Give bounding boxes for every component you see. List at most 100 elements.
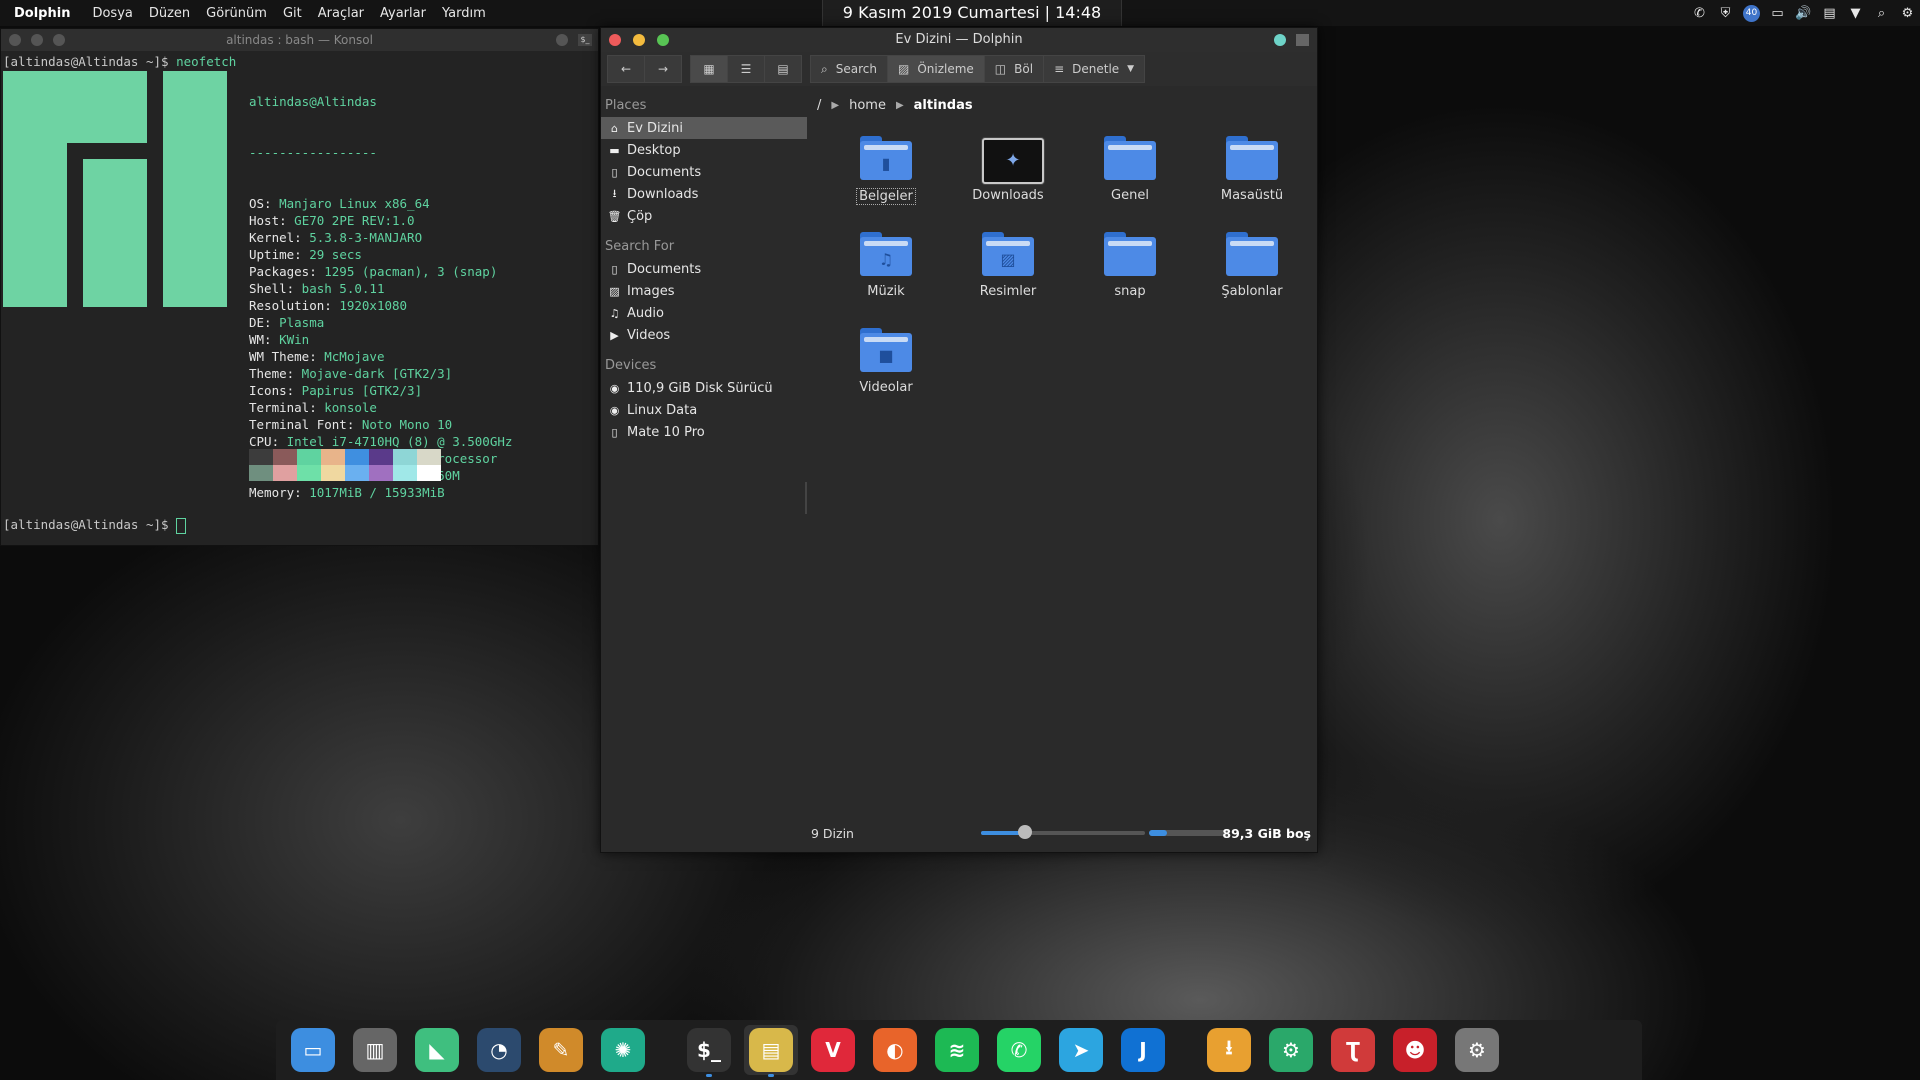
color-swatch xyxy=(321,449,345,465)
maximize-button[interactable] xyxy=(53,34,65,46)
dolphin-titlebar[interactable]: Ev Dizini — Dolphin xyxy=(601,28,1317,52)
forward-button[interactable]: → xyxy=(645,55,682,83)
menu-item[interactable]: Araçlar xyxy=(310,6,372,21)
split-button[interactable]: ◫ Böl xyxy=(984,55,1045,83)
arrow-down-icon[interactable]: ▼ xyxy=(1847,5,1864,22)
dock-item[interactable]: ✆ xyxy=(992,1025,1046,1075)
badge-icon[interactable]: 40 xyxy=(1743,4,1760,22)
file-view: ▮ Belgeler ✦ Downloads Genel Masaüstü ♫ Müzik ▨ R… xyxy=(825,136,1313,408)
sidebar-item[interactable]: ▯ Mate 10 Pro xyxy=(601,421,807,443)
menu-item[interactable]: Git xyxy=(275,6,310,21)
toolbar: ← → ▦ ☰ ▤ ⌕ Search ▨ Önizleme ◫ Böl ≡ Denetl… xyxy=(601,52,1317,86)
sidebar-item[interactable]: ▬ Desktop xyxy=(601,139,807,161)
settings-icon[interactable]: ⚙ xyxy=(1899,5,1916,22)
dock-item[interactable]: ◐ xyxy=(868,1025,922,1075)
dock-item[interactable]: ✎ xyxy=(534,1025,588,1075)
dock-item[interactable]: ◔ xyxy=(472,1025,526,1075)
maximize-button[interactable] xyxy=(657,34,669,46)
sidebar-item[interactable]: ◉ Linux Data xyxy=(601,399,807,421)
sidebar-item[interactable]: ⌂ Ev Dizini xyxy=(601,117,807,139)
dock-item[interactable]: ⚙ xyxy=(1450,1025,1504,1075)
sidebar-item[interactable]: ▯ Documents xyxy=(601,161,807,183)
slider-handle[interactable] xyxy=(1018,825,1033,839)
info-line: Packages: 1295 (pacman), 3 (snap) xyxy=(249,263,512,280)
sidebar-item[interactable]: ▨ Images xyxy=(601,280,807,302)
chevron-right-icon[interactable]: ▶ xyxy=(896,100,904,111)
dock-item[interactable]: ⭳ xyxy=(1202,1025,1256,1075)
menu-item[interactable]: Görünüm xyxy=(198,6,275,21)
dock-item[interactable]: ▥ xyxy=(348,1025,402,1075)
shield-icon[interactable]: ⛨ xyxy=(1717,5,1734,22)
folder-item[interactable]: Şablonlar xyxy=(1191,232,1313,312)
folder-item[interactable]: ■ Videolar xyxy=(825,328,947,408)
sidebar-item[interactable]: ▶ Videos xyxy=(601,324,807,346)
dock-item[interactable]: ✺ xyxy=(596,1025,650,1075)
breadcrumb-root[interactable]: / xyxy=(817,98,821,113)
info-key: Packages: xyxy=(249,264,317,279)
details-view-button[interactable]: ▤ xyxy=(765,55,802,83)
menu-item[interactable]: Yardım xyxy=(434,6,494,21)
terminal-cursor xyxy=(176,517,187,534)
breadcrumb-home[interactable]: home xyxy=(849,98,886,113)
window-menu-icon[interactable] xyxy=(1296,34,1309,46)
whatsapp-icon[interactable]: ✆ xyxy=(1691,5,1708,22)
folder-item[interactable]: ▮ Belgeler xyxy=(825,136,947,216)
sidebar-item[interactable]: ⭳ Downloads xyxy=(601,183,807,205)
dock-item[interactable]: ◣ xyxy=(410,1025,464,1075)
menu-icon: ≡ xyxy=(1054,62,1065,76)
breadcrumb-current[interactable]: altindas xyxy=(914,98,973,113)
konsole-titlebar[interactable]: altindas : bash — Konsol $_ xyxy=(1,29,598,51)
sidebar-item[interactable]: 🗑 Çöp xyxy=(601,205,807,227)
spotify-icon: ≋ xyxy=(935,1028,979,1072)
dock-item[interactable]: ▤ xyxy=(744,1025,798,1077)
clipboard-icon[interactable]: ▤ xyxy=(1821,5,1838,22)
preview-button[interactable]: ▨ Önizleme xyxy=(887,55,985,83)
menu-item[interactable]: Ayarlar xyxy=(372,6,434,21)
pin-button[interactable] xyxy=(556,34,568,46)
info-line: Uptime: 29 secs xyxy=(249,246,512,263)
folder-item[interactable]: Masaüstü xyxy=(1191,136,1313,216)
panel-resize-handle[interactable] xyxy=(805,482,807,514)
dock-item[interactable]: V xyxy=(806,1025,860,1075)
display-icon[interactable]: ▭ xyxy=(1769,5,1786,22)
system-tray: ✆ ⛨ 40 ▭ 🔊 ▤ ▼ ⌕ ⚙ xyxy=(1691,0,1916,26)
dock-item[interactable]: ➤ xyxy=(1054,1025,1108,1075)
folder-item[interactable]: Genel xyxy=(1069,136,1191,216)
close-button[interactable] xyxy=(609,34,621,46)
folder-item[interactable]: ♫ Müzik xyxy=(825,232,947,312)
control-button[interactable]: ≡ Denetle ▼ xyxy=(1044,55,1146,83)
minimize-button[interactable] xyxy=(31,34,43,46)
sidebar-item[interactable]: ◉ 110,9 GiB Disk Sürücü xyxy=(601,377,807,399)
dock-item[interactable]: $_ xyxy=(682,1025,736,1077)
clock[interactable]: 9 Kasım 2019 Cumartesi | 14:48 xyxy=(822,0,1122,26)
terminal-area[interactable]: [altindas@Altindas ~]$ neofetch altindas… xyxy=(1,51,598,545)
zoom-slider[interactable] xyxy=(981,825,1145,839)
sidebar-item[interactable]: ▯ Documents xyxy=(601,258,807,280)
chevron-right-icon[interactable]: ▶ xyxy=(831,100,839,111)
back-button[interactable]: ← xyxy=(607,55,645,83)
dock-item[interactable]: ▭ xyxy=(286,1025,340,1075)
pin-button[interactable] xyxy=(1274,34,1286,46)
search-icon[interactable]: ⌕ xyxy=(1873,5,1890,22)
folder-item[interactable]: ✦ Downloads xyxy=(947,136,1069,216)
sidebar-item[interactable]: ♫ Audio xyxy=(601,302,807,324)
folder-item[interactable]: ▨ Resimler xyxy=(947,232,1069,312)
folder-item[interactable]: snap xyxy=(1069,232,1191,312)
search-button[interactable]: ⌕ Search xyxy=(810,55,888,83)
dock-item[interactable]: Ʈ xyxy=(1326,1025,1380,1075)
volume-icon[interactable]: 🔊 xyxy=(1795,5,1812,22)
icons-view-button[interactable]: ▦ xyxy=(690,55,728,83)
menu-item[interactable]: Düzen xyxy=(141,6,198,21)
dock-item[interactable]: ☻ xyxy=(1388,1025,1442,1075)
dock-item[interactable]: J xyxy=(1116,1025,1170,1075)
menu-item[interactable]: Dosya xyxy=(84,6,140,21)
terminal-menu-icon[interactable]: $_ xyxy=(578,34,592,46)
dock-item[interactable]: ⚙ xyxy=(1264,1025,1318,1075)
color-swatch xyxy=(321,465,345,481)
info-line: Kernel: 5.3.8-3-MANJARO xyxy=(249,229,512,246)
minimize-button[interactable] xyxy=(633,34,645,46)
konsole-title: altindas : bash — Konsol xyxy=(226,33,373,47)
compact-view-button[interactable]: ☰ xyxy=(728,55,765,83)
close-button[interactable] xyxy=(9,34,21,46)
dock-item[interactable]: ≋ xyxy=(930,1025,984,1075)
